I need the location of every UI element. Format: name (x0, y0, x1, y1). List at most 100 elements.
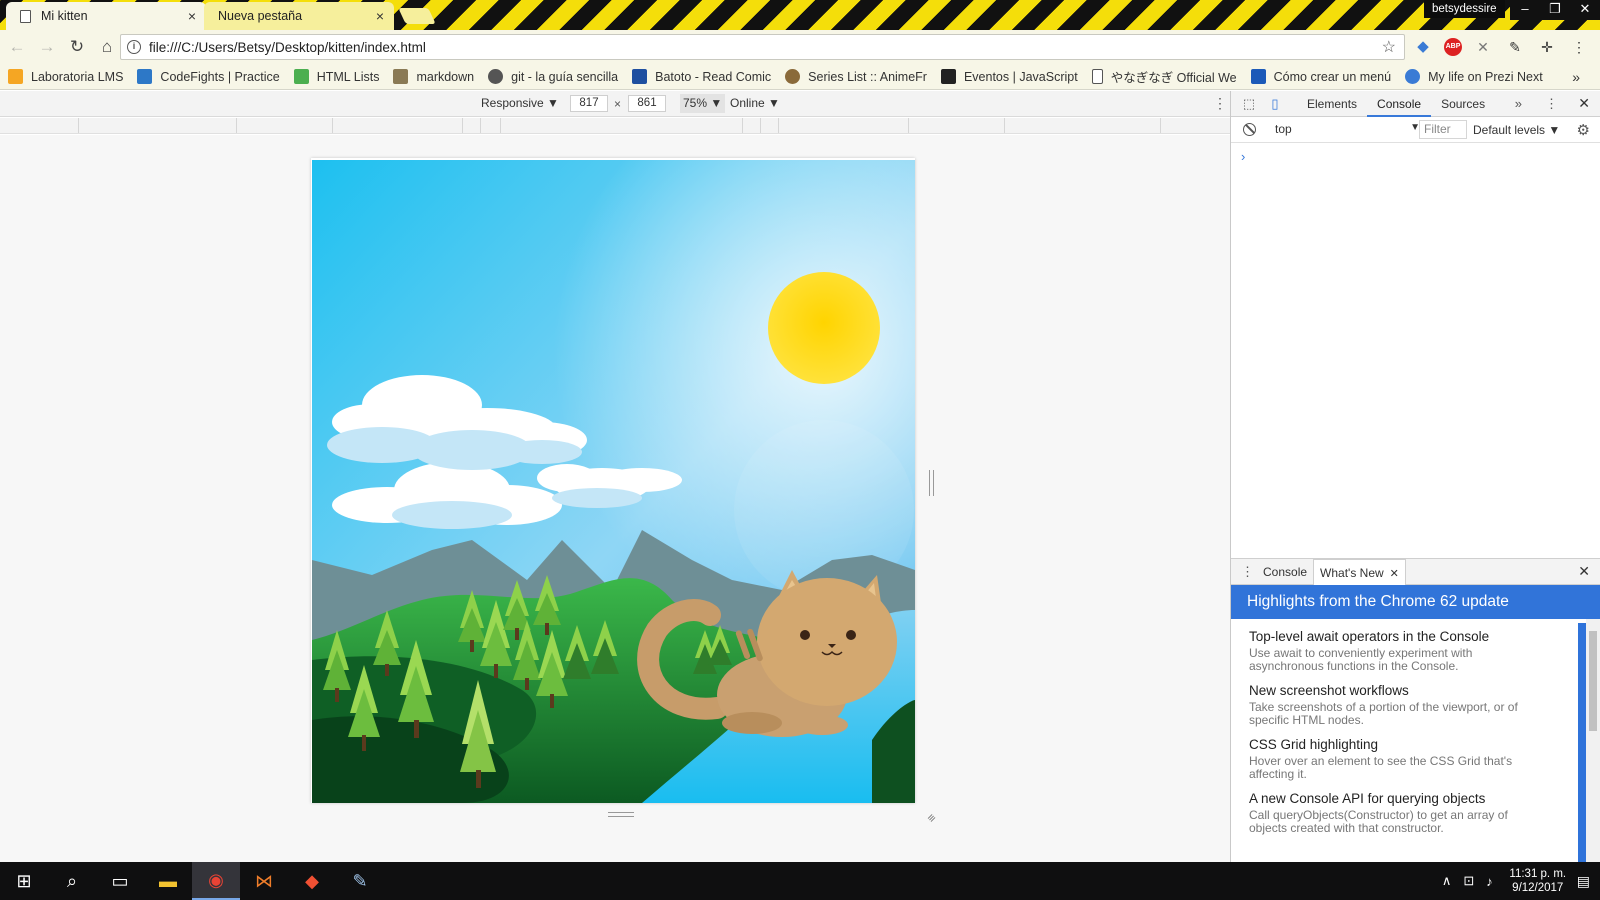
whats-new-scrollbar[interactable] (1586, 619, 1600, 863)
info-icon[interactable]: i (127, 40, 141, 54)
tab-sources[interactable]: Sources (1431, 91, 1495, 117)
tab-nueva-pestana[interactable]: Nueva pestaña × (204, 2, 394, 30)
inspect-element-icon[interactable]: ⬚ (1241, 96, 1257, 111)
bookmark-star-icon[interactable]: ☆ (1382, 37, 1396, 57)
filter-input[interactable]: Filter (1419, 120, 1467, 139)
tab-mi-kitten[interactable]: Mi kitten × (6, 2, 206, 30)
close-drawer-icon[interactable]: ✕ (1578, 563, 1590, 580)
git-icon[interactable]: ◆ (288, 862, 336, 900)
bookmark-item[interactable]: Series List :: AnimeFr (785, 69, 927, 84)
devtools-panel: ⬚ ▯ Elements Console Sources » ⋮ ✕ top ▼ … (1230, 91, 1600, 863)
windows-start-icon[interactable]: ⊞ (0, 862, 48, 900)
eyedropper-icon[interactable]: ✎ (1504, 36, 1526, 58)
prezi-icon (1405, 69, 1421, 84)
more-tabs-icon[interactable]: » (1515, 96, 1522, 111)
tab-title: Nueva pestaña (218, 9, 303, 23)
network-throttle-select[interactable]: Online ▼ (730, 96, 780, 110)
close-tab-icon[interactable]: ✕ (1390, 568, 1399, 580)
extension-icons: ◆ ABP ✕ ✎ ✛ ⋮ (1412, 36, 1590, 58)
address-bar[interactable]: i file:///C:/Users/Betsy/Desktop/kitten/… (120, 34, 1405, 60)
gear-icon[interactable]: ⚙ (1577, 121, 1590, 139)
bookmark-item[interactable]: HTML Lists (293, 69, 379, 84)
drawer-menu-icon[interactable]: ⋮ (1241, 564, 1257, 580)
console-filterbar: top ▼ Filter Default levels ▼ ⚙ (1231, 117, 1600, 143)
forward-arrow-icon[interactable]: → (34, 34, 60, 60)
tab-close-icon[interactable]: × (376, 8, 384, 24)
bookmark-item[interactable]: Laboratoria LMS (8, 69, 123, 84)
log-levels-select[interactable]: Default levels ▼ (1473, 123, 1560, 137)
bookmark-item[interactable]: CodeFights | Practice (137, 69, 280, 84)
dimension-separator: × (614, 97, 622, 111)
drawer-tabbar: ⋮ Console What's New ✕ ✕ (1231, 558, 1600, 585)
adblock-icon[interactable]: ABP (1444, 38, 1462, 56)
bookmarks-bar: Laboratoria LMS CodeFights | Practice HT… (0, 64, 1600, 90)
chart-icon (1250, 69, 1266, 84)
bookmark-item[interactable]: markdown (393, 69, 474, 84)
profile-name[interactable]: betsydessire (1424, 0, 1505, 18)
tab-console[interactable]: Console (1367, 91, 1432, 117)
tab-close-icon[interactable]: × (188, 8, 196, 24)
close-window-button[interactable]: ✕ (1570, 0, 1600, 20)
drawer-tab-console[interactable]: Console (1257, 559, 1313, 585)
back-arrow-icon[interactable]: ← (4, 34, 30, 60)
scrollbar-thumb[interactable] (1589, 631, 1597, 731)
file-explorer-icon[interactable]: ▬ (144, 862, 192, 900)
devtools-menu-icon[interactable]: ⋮ (1545, 96, 1558, 112)
list-item[interactable]: A new Console API for querying objects C… (1249, 791, 1577, 835)
time-text: 11:31 p. m. (1509, 868, 1567, 880)
bookmark-item[interactable]: Eventos | JavaScript (940, 69, 1078, 84)
list-item[interactable]: Top-level await operators in the Console… (1249, 629, 1577, 673)
search-icon[interactable]: ⌕ (48, 862, 96, 900)
chrome-menu-icon[interactable]: ⋮ (1568, 36, 1590, 58)
reload-icon[interactable]: ↻ (64, 34, 90, 60)
windows-taskbar: ⊞ ⌕ ▭ ▬ ◉ ⋈ ◆ ✎ ∧ ⊡ ♪ 11:31 p. m. 9/12/2… (0, 862, 1600, 900)
laboratoria-icon (8, 69, 23, 84)
restore-button[interactable]: ❐ (1540, 0, 1570, 20)
context-select[interactable]: top ▼ (1275, 122, 1440, 136)
resize-handle-corner[interactable]: ≡ (924, 811, 939, 826)
bookmark-item[interactable]: Cómo crear un menú (1250, 69, 1391, 84)
device-more-icon[interactable]: ⋮ (1213, 95, 1227, 112)
resize-handle-bottom[interactable] (608, 812, 634, 817)
date-text: 9/12/2017 (1512, 882, 1564, 894)
device-select[interactable]: Responsive ▼ (481, 96, 559, 110)
move-icon[interactable]: ✛ (1536, 36, 1558, 58)
console-prompt[interactable]: › (1241, 149, 1245, 164)
item-title: CSS Grid highlighting (1249, 737, 1379, 752)
network-icon[interactable]: ⊡ (1463, 873, 1474, 889)
notifications-icon[interactable]: ▤ (1577, 873, 1590, 890)
media-query-bar[interactable] (0, 118, 1230, 134)
new-tab-button[interactable] (398, 8, 436, 24)
item-title: Top-level await operators in the Console (1249, 629, 1490, 644)
minimize-button[interactable]: – (1510, 0, 1540, 20)
bookmark-item[interactable]: git - la guía sencilla (488, 69, 618, 84)
animefr-icon (785, 69, 801, 84)
bookmark-item[interactable]: Batoto - Read Comic (632, 69, 771, 84)
visual-studio-icon[interactable]: ⋈ (240, 862, 288, 900)
resize-handle-right[interactable] (929, 470, 934, 496)
list-item[interactable]: New screenshot workflows Take screenshot… (1249, 683, 1577, 727)
volume-icon[interactable]: ♪ (1486, 874, 1493, 889)
close-devtools-icon[interactable]: ✕ (1578, 95, 1590, 112)
height-input[interactable]: 861 (628, 95, 666, 112)
bookmark-item[interactable]: やなぎなぎ Official We (1091, 67, 1237, 86)
clear-console-icon[interactable] (1243, 123, 1256, 136)
bookmarks-overflow-icon[interactable]: » (1572, 69, 1580, 85)
clock[interactable]: 11:31 p. m. 9/12/2017 (1505, 867, 1571, 895)
paint-icon[interactable]: ✎ (336, 862, 384, 900)
chevron-up-icon[interactable]: ∧ (1442, 873, 1452, 889)
sun (768, 272, 880, 384)
drawer-tab-whats-new[interactable]: What's New ✕ (1313, 558, 1406, 585)
width-input[interactable]: 817 (570, 95, 608, 112)
url-text[interactable]: file:///C:/Users/Betsy/Desktop/kitten/in… (149, 40, 1382, 55)
task-view-icon[interactable]: ▭ (96, 862, 144, 900)
chrome-icon[interactable]: ◉ (192, 862, 240, 900)
home-icon[interactable]: ⌂ (94, 34, 120, 60)
device-toggle-icon[interactable]: ▯ (1267, 96, 1283, 111)
gem-extension-icon[interactable]: ◆ (1412, 36, 1434, 58)
tab-elements[interactable]: Elements (1297, 91, 1367, 117)
zoom-select[interactable]: 75% ▼ (680, 94, 726, 113)
cross-extension-icon[interactable]: ✕ (1472, 36, 1494, 58)
list-item[interactable]: CSS Grid highlighting Hover over an elem… (1249, 737, 1577, 781)
bookmark-item[interactable]: My life on Prezi Next (1405, 69, 1543, 84)
